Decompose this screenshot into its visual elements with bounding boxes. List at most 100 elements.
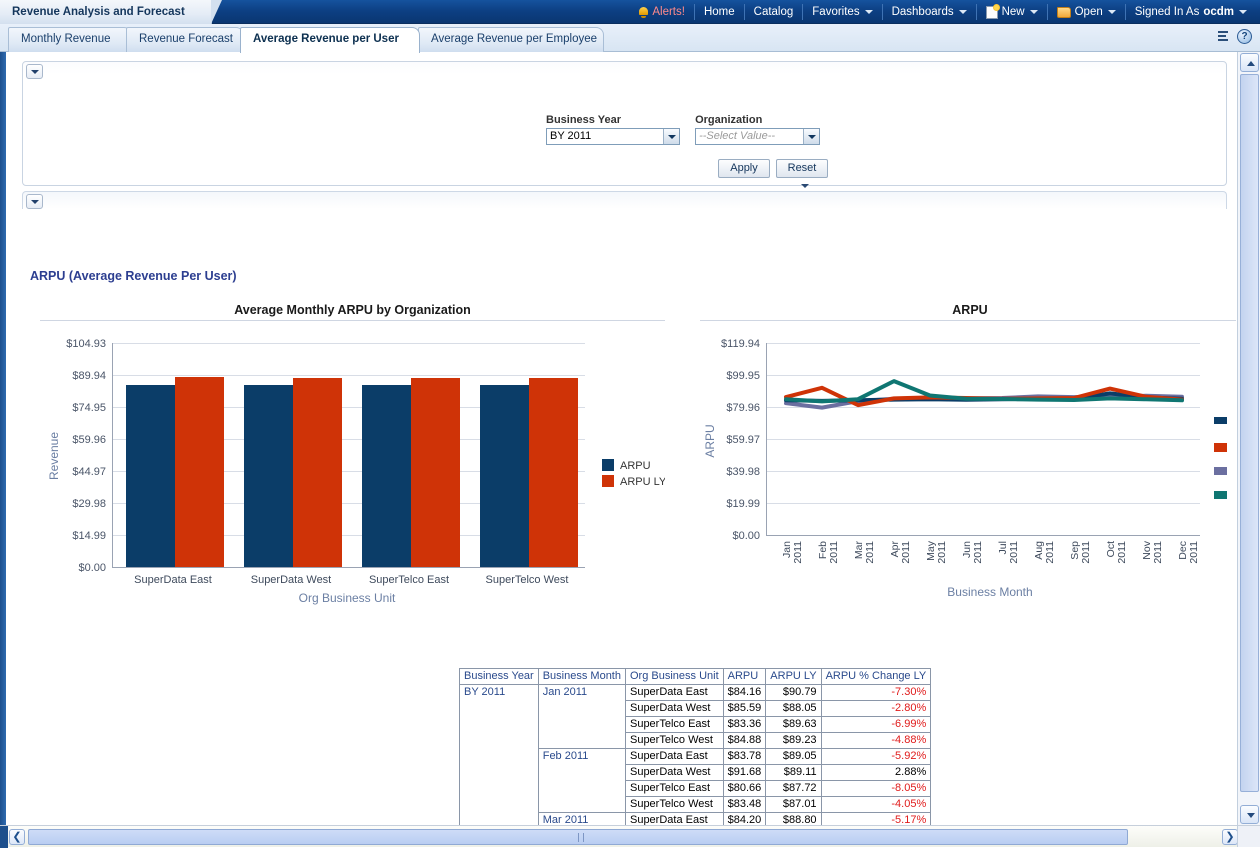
cell-org-unit: SuperData West	[625, 701, 723, 717]
cell-arpu: $84.20	[723, 813, 766, 827]
cell-org-unit: SuperTelco East	[625, 717, 723, 733]
scroll-right-button[interactable]: ❯	[1222, 829, 1238, 845]
tab-revenue-forecast[interactable]: Revenue Forecast	[126, 27, 244, 52]
dashboard-title-tab[interactable]: Revenue Analysis and Forecast	[0, 0, 212, 24]
organization-prompt: Organization --Select Value--	[695, 114, 820, 145]
dashboards-menu[interactable]: Dashboards	[883, 4, 977, 20]
cell-change: -2.80%	[821, 701, 931, 717]
line-chart-title: ARPU	[700, 303, 1236, 320]
cell-business-year: BY 2011	[460, 685, 539, 827]
scroll-left-button[interactable]: ❮	[9, 829, 25, 845]
cell-arpu-ly: $88.80	[766, 813, 821, 827]
svg-text:ARPU: ARPU	[703, 424, 717, 457]
cell-arpu: $84.16	[723, 685, 766, 701]
svg-text:2011: 2011	[1008, 541, 1020, 564]
tab-average-revenue-per-user[interactable]: Average Revenue per User	[240, 27, 420, 53]
help-icon[interactable]: ?	[1237, 29, 1252, 44]
collapse-prompts-button[interactable]	[26, 64, 43, 79]
tab-monthly-revenue[interactable]: Monthly Revenue	[8, 27, 132, 52]
col-arpu-pct-change-ly[interactable]: ARPU % Change LY	[821, 669, 931, 685]
cell-business-month: Feb 2011	[538, 749, 625, 813]
page-toolbar: ?	[1215, 29, 1252, 44]
catalog-link[interactable]: Catalog	[745, 4, 804, 20]
apply-button[interactable]: Apply	[718, 159, 770, 178]
svg-text:2011: 2011	[1044, 541, 1056, 564]
svg-text:$59.96: $59.96	[72, 434, 106, 446]
business-year-prompt: Business Year BY 2011	[546, 114, 680, 145]
cell-arpu: $83.36	[723, 717, 766, 733]
scrollbar-cap	[0, 826, 8, 848]
open-menu[interactable]: Open	[1048, 4, 1126, 20]
collapse-report-button[interactable]	[26, 194, 43, 209]
home-link[interactable]: Home	[695, 4, 745, 20]
svg-text:$74.95: $74.95	[72, 402, 106, 414]
organization-label: Organization	[695, 114, 820, 126]
cell-org-unit: SuperData West	[625, 765, 723, 781]
svg-text:$29.98: $29.98	[72, 498, 106, 510]
horizontal-scrollbar[interactable]: ❮ ❯	[0, 825, 1260, 847]
col-business-year[interactable]: Business Year	[460, 669, 539, 685]
scrollbar-corner	[1237, 825, 1260, 847]
svg-text:2011: 2011	[1116, 541, 1128, 564]
svg-text:$19.99: $19.99	[726, 498, 760, 510]
chevron-down-icon	[1239, 10, 1247, 14]
svg-text:$0.00: $0.00	[732, 530, 760, 542]
vertical-scroll-thumb[interactable]	[1240, 74, 1259, 792]
left-rail	[0, 52, 6, 825]
chevron-down-icon	[1108, 10, 1116, 14]
scroll-down-button[interactable]	[1240, 805, 1259, 824]
organization-select[interactable]: --Select Value--	[695, 128, 820, 145]
business-year-select[interactable]: BY 2011	[546, 128, 680, 145]
reset-button[interactable]: Reset	[776, 159, 828, 178]
cell-change: -6.99%	[821, 717, 931, 733]
prompts-section: Business Year BY 2011 Organization --Sel…	[22, 61, 1227, 186]
organization-value: --Select Value--	[699, 130, 775, 142]
col-business-month[interactable]: Business Month	[538, 669, 625, 685]
svg-text:$79.96: $79.96	[726, 402, 760, 414]
horizontal-scroll-thumb[interactable]	[28, 829, 1128, 845]
svg-text:Org Business Unit: Org Business Unit	[299, 591, 396, 605]
svg-text:$44.97: $44.97	[72, 466, 106, 478]
svg-text:2011: 2011	[936, 541, 948, 564]
col-org-business-unit[interactable]: Org Business Unit	[625, 669, 723, 685]
prompt-controls: Business Year BY 2011 Organization --Sel…	[546, 114, 820, 145]
svg-text:Revenue: Revenue	[47, 432, 61, 480]
cell-change: -8.05%	[821, 781, 931, 797]
bell-icon	[638, 6, 649, 18]
svg-text:$104.93: $104.93	[66, 338, 106, 350]
vertical-scrollbar[interactable]	[1237, 52, 1260, 825]
svg-text:$119.94: $119.94	[721, 338, 760, 350]
cell-org-unit: SuperTelco East	[625, 781, 723, 797]
svg-text:SuperData West: SuperData West	[251, 574, 332, 586]
folder-icon	[1057, 7, 1071, 18]
tab-average-revenue-per-employee[interactable]: Average Revenue per Employee	[418, 27, 604, 52]
cell-change: -7.30%	[821, 685, 931, 701]
chevron-down-icon[interactable]	[803, 129, 819, 144]
chevron-down-icon	[959, 10, 967, 14]
svg-text:$89.94: $89.94	[72, 370, 106, 382]
dashboard-canvas: Business Year BY 2011 Organization --Sel…	[0, 52, 1260, 825]
page-options-icon[interactable]	[1215, 30, 1230, 44]
col-arpu-ly[interactable]: ARPU LY	[766, 669, 821, 685]
scroll-up-button[interactable]	[1240, 53, 1259, 72]
col-arpu[interactable]: ARPU	[723, 669, 766, 685]
svg-text:2011: 2011	[1188, 541, 1200, 564]
new-menu[interactable]: New	[977, 4, 1048, 20]
cell-arpu-ly: $89.23	[766, 733, 821, 749]
favorites-menu[interactable]: Favorites	[803, 4, 882, 20]
cell-org-unit: SuperTelco West	[625, 733, 723, 749]
svg-text:2011: 2011	[864, 541, 876, 564]
signed-in-as-menu[interactable]: Signed In As ocdm	[1126, 4, 1256, 20]
svg-text:SuperTelco West: SuperTelco West	[486, 574, 569, 586]
alerts-link[interactable]: Alerts!	[629, 4, 695, 20]
line-chart-plot: $119.94 $99.95 $79.96 $59.97 $39.98 $19.…	[700, 321, 1236, 606]
prompt-buttons: Apply Reset	[718, 159, 828, 178]
bar-chart-average-monthly-arpu: Average Monthly ARPU by Organization	[40, 303, 665, 608]
chevron-down-icon[interactable]	[663, 129, 679, 144]
cell-arpu-ly: $87.01	[766, 797, 821, 813]
cell-business-month: Mar 2011	[538, 813, 625, 827]
cell-change: -4.88%	[821, 733, 931, 749]
new-document-icon	[986, 6, 998, 19]
scroll-grip-icon	[578, 833, 584, 842]
svg-text:2011: 2011	[972, 541, 984, 564]
